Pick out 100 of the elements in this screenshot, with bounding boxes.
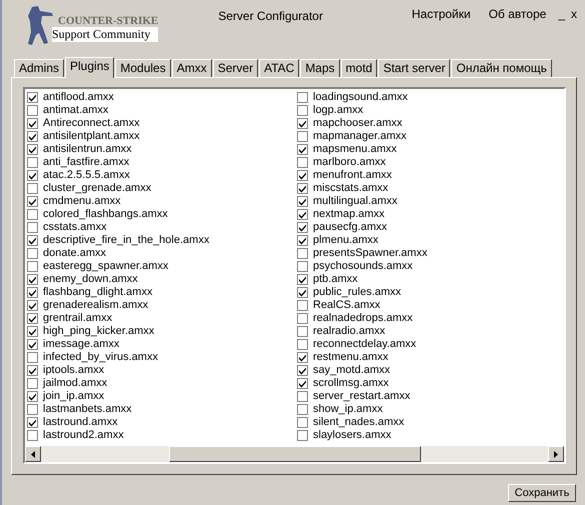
tab[interactable]: Start server bbox=[378, 59, 450, 77]
checkbox[interactable] bbox=[27, 430, 38, 441]
plugin-name: jailmod.amxx bbox=[43, 377, 108, 390]
window-control[interactable]: x bbox=[571, 7, 577, 21]
checkbox[interactable] bbox=[27, 274, 38, 285]
checkbox[interactable] bbox=[297, 417, 308, 428]
checkbox[interactable] bbox=[27, 404, 38, 415]
checkbox[interactable] bbox=[27, 222, 38, 233]
plugin-name: grentrail.amxx bbox=[43, 312, 112, 325]
checkbox[interactable] bbox=[297, 92, 308, 103]
checkbox[interactable] bbox=[27, 235, 38, 246]
checkbox[interactable] bbox=[297, 287, 308, 298]
checkbox[interactable] bbox=[297, 430, 308, 441]
checkbox[interactable] bbox=[297, 261, 308, 272]
plugin-name: ptb.amxx bbox=[313, 273, 358, 286]
checkbox[interactable] bbox=[27, 92, 38, 103]
save-button[interactable]: Сохранить bbox=[508, 484, 576, 502]
checkbox[interactable] bbox=[27, 378, 38, 389]
tab[interactable]: Server bbox=[212, 59, 258, 77]
checkbox[interactable] bbox=[297, 131, 308, 142]
checkbox[interactable] bbox=[297, 352, 308, 363]
plugin-name: lastround.amxx bbox=[43, 416, 118, 429]
checkbox[interactable] bbox=[27, 118, 38, 129]
checkbox[interactable] bbox=[297, 378, 308, 389]
checkbox[interactable] bbox=[297, 248, 308, 259]
plugin-name: silent_nades.amxx bbox=[313, 416, 404, 429]
plugin-name: slaylosers.amxx bbox=[313, 429, 392, 442]
checkbox[interactable] bbox=[27, 417, 38, 428]
checkbox[interactable] bbox=[27, 170, 38, 181]
checkbox[interactable] bbox=[297, 274, 308, 285]
checkbox[interactable] bbox=[27, 300, 38, 311]
checkbox[interactable] bbox=[27, 183, 38, 194]
plugin-name: donate.amxx bbox=[43, 247, 106, 260]
menu-item[interactable]: Об авторе bbox=[488, 7, 546, 21]
checkbox[interactable] bbox=[27, 209, 38, 220]
horizontal-scrollbar[interactable] bbox=[25, 446, 564, 462]
checkbox[interactable] bbox=[27, 144, 38, 155]
plugin-name: join_ip.amxx bbox=[43, 390, 104, 403]
menu-item[interactable]: Настройки bbox=[412, 7, 471, 21]
plugin-name: mapchooser.amxx bbox=[313, 117, 402, 130]
plugin-name: cmdmenu.amxx bbox=[43, 195, 121, 208]
scroll-right-icon[interactable] bbox=[548, 446, 564, 462]
tab[interactable]: Plugins bbox=[65, 57, 114, 78]
checkbox[interactable] bbox=[27, 248, 38, 259]
checkbox[interactable] bbox=[27, 391, 38, 402]
plugin-name: imessage.amxx bbox=[43, 338, 120, 351]
checkbox[interactable] bbox=[27, 339, 38, 350]
checkbox[interactable] bbox=[27, 196, 38, 207]
checkbox[interactable] bbox=[297, 209, 308, 220]
scroll-thumb[interactable] bbox=[169, 446, 421, 462]
checkbox[interactable] bbox=[297, 183, 308, 194]
scroll-left-icon[interactable] bbox=[25, 446, 41, 462]
plugin-name: antisilentrun.amxx bbox=[43, 143, 132, 156]
checkbox[interactable] bbox=[27, 352, 38, 363]
checkbox[interactable] bbox=[27, 105, 38, 116]
checkbox[interactable] bbox=[27, 157, 38, 168]
plugin-name: grenaderealism.amxx bbox=[43, 299, 148, 312]
tab[interactable]: Онлайн помощь bbox=[451, 59, 552, 77]
checkbox[interactable] bbox=[297, 222, 308, 233]
tab[interactable]: ATAC bbox=[259, 59, 300, 77]
window-title: Server Configurator bbox=[218, 9, 323, 23]
plugin-name: menufront.amxx bbox=[313, 169, 392, 182]
tab[interactable]: Modules bbox=[115, 59, 171, 77]
plugin-name: descriptive_fire_in_the_hole.amxx bbox=[43, 234, 210, 247]
checkbox[interactable] bbox=[27, 287, 38, 298]
checkbox[interactable] bbox=[27, 131, 38, 142]
checkbox[interactable] bbox=[297, 118, 308, 129]
tab[interactable]: motd bbox=[340, 59, 378, 77]
plugin-name: csstats.amxx bbox=[43, 221, 107, 234]
tab[interactable]: Admins bbox=[14, 59, 64, 77]
checkbox[interactable] bbox=[297, 196, 308, 207]
plugin-name: antiflood.amxx bbox=[43, 91, 114, 104]
logo-title: COUNTER-STRIKE bbox=[58, 15, 158, 27]
checkbox[interactable] bbox=[27, 313, 38, 324]
plugin-name: antisilentplant.amxx bbox=[43, 130, 140, 143]
checkbox[interactable] bbox=[27, 365, 38, 376]
checkbox[interactable] bbox=[27, 261, 38, 272]
checkbox[interactable] bbox=[297, 300, 308, 311]
checkbox[interactable] bbox=[297, 105, 308, 116]
checkbox[interactable] bbox=[297, 313, 308, 324]
plugin-name: loadingsound.amxx bbox=[313, 91, 408, 104]
plugin-name: plmenu.amxx bbox=[313, 234, 378, 247]
plugin-name: miscstats.amxx bbox=[313, 182, 388, 195]
checkbox[interactable] bbox=[297, 326, 308, 337]
checkbox[interactable] bbox=[297, 157, 308, 168]
tab[interactable]: Maps bbox=[300, 59, 340, 77]
checkbox[interactable] bbox=[297, 235, 308, 246]
plugin-name: flashbang_dlight.amxx bbox=[43, 286, 152, 299]
plugin-name: marlboro.amxx bbox=[313, 156, 386, 169]
checkbox[interactable] bbox=[297, 404, 308, 415]
checkbox[interactable] bbox=[297, 365, 308, 376]
checkbox[interactable] bbox=[297, 391, 308, 402]
checkbox[interactable] bbox=[297, 170, 308, 181]
checkbox[interactable] bbox=[297, 144, 308, 155]
checkbox[interactable] bbox=[297, 339, 308, 350]
plugin-name: show_ip.amxx bbox=[313, 403, 383, 416]
plugin-name: lastround2.amxx bbox=[43, 429, 124, 442]
window-control[interactable]: _ bbox=[558, 7, 565, 21]
checkbox[interactable] bbox=[27, 326, 38, 337]
tab[interactable]: Amxx bbox=[172, 59, 212, 77]
